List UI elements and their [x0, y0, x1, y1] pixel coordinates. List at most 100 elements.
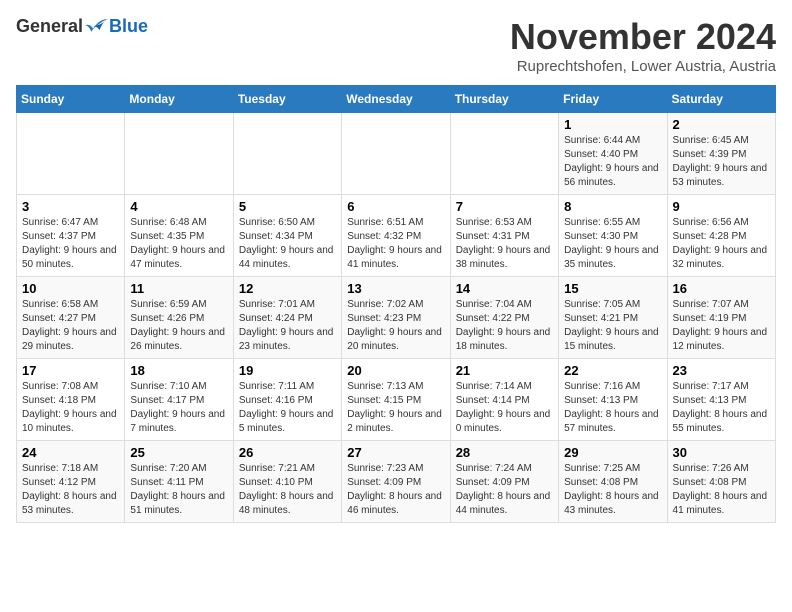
day-info: Sunrise: 7:08 AM Sunset: 4:18 PM Dayligh… [22, 380, 119, 436]
day-number: 13 [347, 281, 444, 296]
calendar-cell: 21 Sunrise: 7:14 AM Sunset: 4:14 PM Dayli… [450, 359, 558, 441]
logo-blue: Blue [109, 16, 148, 37]
calendar-cell: 16 Sunrise: 7:07 AM Sunset: 4:19 PM Dayli… [667, 277, 775, 359]
calendar-cell: 22 Sunrise: 7:16 AM Sunset: 4:13 PM Dayli… [559, 359, 667, 441]
calendar-cell: 17 Sunrise: 7:08 AM Sunset: 4:18 PM Dayli… [17, 359, 125, 441]
day-number: 24 [22, 445, 119, 460]
weekday-header-wednesday: Wednesday [342, 86, 450, 113]
calendar-cell: 12 Sunrise: 7:01 AM Sunset: 4:24 PM Dayli… [233, 277, 341, 359]
day-info: Sunrise: 7:14 AM Sunset: 4:14 PM Dayligh… [456, 380, 553, 436]
weekday-header-tuesday: Tuesday [233, 86, 341, 113]
day-number: 5 [239, 199, 336, 214]
weekday-header-saturday: Saturday [667, 86, 775, 113]
calendar-cell [17, 113, 125, 195]
day-info: Sunrise: 7:11 AM Sunset: 4:16 PM Dayligh… [239, 380, 336, 436]
calendar-cell: 24 Sunrise: 7:18 AM Sunset: 4:12 PM Dayli… [17, 441, 125, 523]
calendar-week-1: 1 Sunrise: 6:44 AM Sunset: 4:40 PM Daylig… [17, 113, 776, 195]
logo-bird-icon [85, 17, 109, 37]
calendar-cell: 23Sunrise: 7:17 AM Sunset: 4:13 PM Dayli… [667, 359, 775, 441]
calendar-cell: 3 Sunrise: 6:47 AM Sunset: 4:37 PM Daylig… [17, 195, 125, 277]
title-section: November 2024 Ruprechtshofen, Lower Aust… [510, 16, 776, 75]
day-number: 19 [239, 363, 336, 378]
month-title: November 2024 [510, 16, 776, 58]
day-number: 17 [22, 363, 119, 378]
calendar-cell: 5Sunrise: 6:50 AM Sunset: 4:34 PM Daylig… [233, 195, 341, 277]
calendar-cell: 20Sunrise: 7:13 AM Sunset: 4:15 PM Dayli… [342, 359, 450, 441]
calendar-cell: 10 Sunrise: 6:58 AM Sunset: 4:27 PM Dayli… [17, 277, 125, 359]
day-info: Sunrise: 7:17 AM Sunset: 4:13 PM Dayligh… [673, 380, 770, 436]
day-info: Sunrise: 7:21 AM Sunset: 4:10 PM Dayligh… [239, 462, 336, 518]
calendar-week-5: 24 Sunrise: 7:18 AM Sunset: 4:12 PM Dayli… [17, 441, 776, 523]
day-number: 10 [22, 281, 119, 296]
calendar-cell: 9 Sunrise: 6:56 AM Sunset: 4:28 PM Daylig… [667, 195, 775, 277]
calendar-table: SundayMondayTuesdayWednesdayThursdayFrid… [16, 85, 776, 523]
day-number: 27 [347, 445, 444, 460]
day-info: Sunrise: 6:58 AM Sunset: 4:27 PM Dayligh… [22, 298, 119, 354]
day-number: 12 [239, 281, 336, 296]
calendar-cell: 18 Sunrise: 7:10 AM Sunset: 4:17 PM Dayli… [125, 359, 233, 441]
calendar-cell: 29 Sunrise: 7:25 AM Sunset: 4:08 PM Dayli… [559, 441, 667, 523]
calendar-week-4: 17 Sunrise: 7:08 AM Sunset: 4:18 PM Dayli… [17, 359, 776, 441]
weekday-header-row: SundayMondayTuesdayWednesdayThursdayFrid… [17, 86, 776, 113]
page-header: General Blue November 2024 Ruprechtshofe… [16, 16, 776, 75]
day-info: Sunrise: 6:48 AM Sunset: 4:35 PM Dayligh… [130, 216, 227, 272]
day-info: Sunrise: 7:20 AM Sunset: 4:11 PM Dayligh… [130, 462, 227, 518]
day-number: 26 [239, 445, 336, 460]
day-number: 22 [564, 363, 661, 378]
day-number: 3 [22, 199, 119, 214]
calendar-cell: 19 Sunrise: 7:11 AM Sunset: 4:16 PM Dayli… [233, 359, 341, 441]
day-info: Sunrise: 7:24 AM Sunset: 4:09 PM Dayligh… [456, 462, 553, 518]
day-info: Sunrise: 7:18 AM Sunset: 4:12 PM Dayligh… [22, 462, 119, 518]
day-info: Sunrise: 7:07 AM Sunset: 4:19 PM Dayligh… [673, 298, 770, 354]
day-number: 1 [564, 117, 661, 132]
logo-text: General Blue [16, 16, 148, 37]
calendar-cell: 28 Sunrise: 7:24 AM Sunset: 4:09 PM Dayli… [450, 441, 558, 523]
calendar-cell: 4 Sunrise: 6:48 AM Sunset: 4:35 PM Daylig… [125, 195, 233, 277]
day-info: Sunrise: 6:53 AM Sunset: 4:31 PM Dayligh… [456, 216, 553, 272]
calendar-week-3: 10 Sunrise: 6:58 AM Sunset: 4:27 PM Dayli… [17, 277, 776, 359]
day-number: 30 [673, 445, 770, 460]
day-number: 9 [673, 199, 770, 214]
day-info: Sunrise: 7:01 AM Sunset: 4:24 PM Dayligh… [239, 298, 336, 354]
logo-general: General [16, 16, 83, 37]
weekday-header-sunday: Sunday [17, 86, 125, 113]
day-number: 21 [456, 363, 553, 378]
calendar-cell [342, 113, 450, 195]
day-info: Sunrise: 6:59 AM Sunset: 4:26 PM Dayligh… [130, 298, 227, 354]
day-info: Sunrise: 6:44 AM Sunset: 4:40 PM Dayligh… [564, 134, 661, 190]
day-info: Sunrise: 7:04 AM Sunset: 4:22 PM Dayligh… [456, 298, 553, 354]
day-number: 8 [564, 199, 661, 214]
day-number: 28 [456, 445, 553, 460]
calendar-cell: 26 Sunrise: 7:21 AM Sunset: 4:10 PM Dayli… [233, 441, 341, 523]
location-subtitle: Ruprechtshofen, Lower Austria, Austria [510, 58, 776, 75]
day-number: 7 [456, 199, 553, 214]
calendar-cell: 2Sunrise: 6:45 AM Sunset: 4:39 PM Daylig… [667, 113, 775, 195]
logo: General Blue [16, 16, 148, 37]
weekday-header-monday: Monday [125, 86, 233, 113]
day-number: 11 [130, 281, 227, 296]
calendar-cell: 25 Sunrise: 7:20 AM Sunset: 4:11 PM Dayli… [125, 441, 233, 523]
calendar-cell: 13 Sunrise: 7:02 AM Sunset: 4:23 PM Dayli… [342, 277, 450, 359]
calendar-cell: 11 Sunrise: 6:59 AM Sunset: 4:26 PM Dayli… [125, 277, 233, 359]
day-number: 4 [130, 199, 227, 214]
day-info: Sunrise: 7:02 AM Sunset: 4:23 PM Dayligh… [347, 298, 444, 354]
calendar-week-2: 3 Sunrise: 6:47 AM Sunset: 4:37 PM Daylig… [17, 195, 776, 277]
day-info: Sunrise: 6:56 AM Sunset: 4:28 PM Dayligh… [673, 216, 770, 272]
day-info: Sunrise: 7:10 AM Sunset: 4:17 PM Dayligh… [130, 380, 227, 436]
day-number: 16 [673, 281, 770, 296]
day-info: Sunrise: 6:47 AM Sunset: 4:37 PM Dayligh… [22, 216, 119, 272]
day-number: 29 [564, 445, 661, 460]
day-number: 6 [347, 199, 444, 214]
calendar-cell: 7 Sunrise: 6:53 AM Sunset: 4:31 PM Daylig… [450, 195, 558, 277]
day-info: Sunrise: 7:16 AM Sunset: 4:13 PM Dayligh… [564, 380, 661, 436]
day-number: 15 [564, 281, 661, 296]
weekday-header-thursday: Thursday [450, 86, 558, 113]
weekday-header-friday: Friday [559, 86, 667, 113]
calendar-cell [233, 113, 341, 195]
calendar-cell: 14Sunrise: 7:04 AM Sunset: 4:22 PM Dayli… [450, 277, 558, 359]
calendar-cell [125, 113, 233, 195]
day-number: 2 [673, 117, 770, 132]
day-number: 25 [130, 445, 227, 460]
day-info: Sunrise: 7:25 AM Sunset: 4:08 PM Dayligh… [564, 462, 661, 518]
day-number: 18 [130, 363, 227, 378]
